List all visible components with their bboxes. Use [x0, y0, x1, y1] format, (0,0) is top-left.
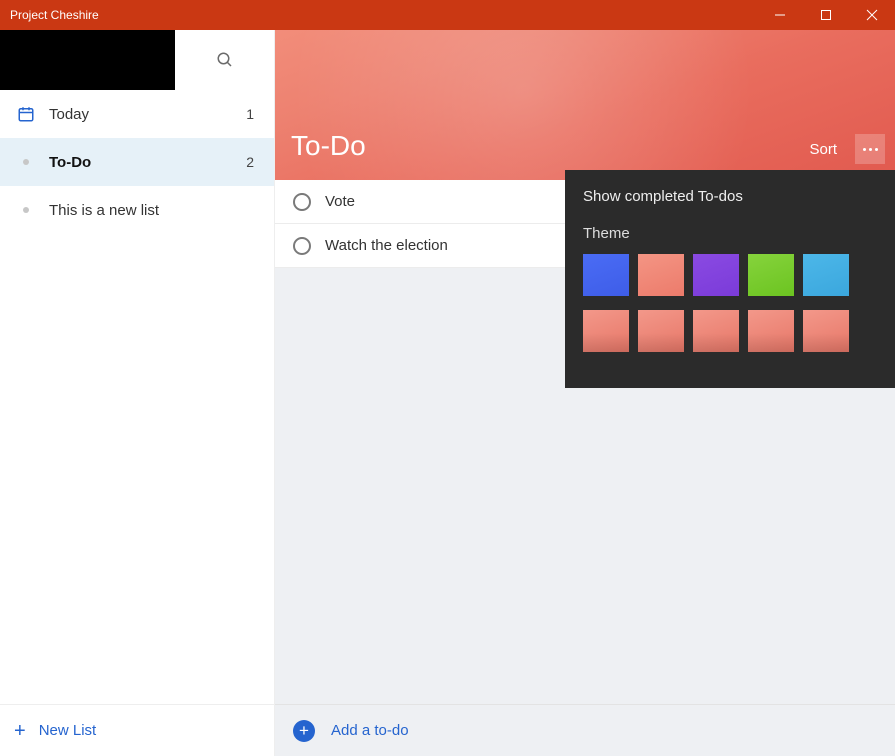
sidebar-item-label: Today: [49, 106, 246, 123]
list-title: To-Do: [291, 130, 366, 162]
add-todo-button[interactable]: + Add a to-do: [275, 704, 895, 756]
more-button[interactable]: [855, 134, 885, 164]
sidebar: Today 1 To-Do 2 This is a new list + New…: [0, 30, 275, 756]
sidebar-item-count: 2: [246, 154, 254, 170]
theme-swatch-bg4[interactable]: [748, 310, 794, 352]
sidebar-item-label: This is a new list: [49, 202, 254, 219]
content-area: To-Do Sort Vote Watch the election + Add…: [275, 30, 895, 756]
task-checkbox[interactable]: [293, 193, 311, 211]
add-icon: +: [293, 720, 315, 742]
add-todo-label: Add a to-do: [331, 722, 409, 739]
show-completed-option[interactable]: Show completed To-dos: [583, 188, 877, 205]
list-header: To-Do Sort: [275, 30, 895, 180]
minimize-button[interactable]: [757, 0, 803, 30]
search-icon: [216, 51, 234, 69]
maximize-button[interactable]: [803, 0, 849, 30]
sort-button[interactable]: Sort: [801, 137, 845, 162]
task-checkbox[interactable]: [293, 237, 311, 255]
sidebar-item-todo[interactable]: To-Do 2: [0, 138, 274, 186]
profile-area[interactable]: [0, 30, 175, 90]
theme-swatch-skyblue[interactable]: [803, 254, 849, 296]
sidebar-item-today[interactable]: Today 1: [0, 90, 274, 138]
window-title: Project Cheshire: [10, 8, 99, 22]
bullet-icon: [14, 159, 38, 165]
theme-swatch-bg1[interactable]: [583, 310, 629, 352]
theme-swatch-green[interactable]: [748, 254, 794, 296]
theme-label: Theme: [583, 225, 877, 242]
new-list-button[interactable]: + New List: [0, 704, 274, 756]
task-title: Watch the election: [325, 237, 448, 254]
search-button[interactable]: [175, 30, 274, 90]
close-button[interactable]: [849, 0, 895, 30]
theme-swatch-bg3[interactable]: [693, 310, 739, 352]
theme-swatch-coral[interactable]: [638, 254, 684, 296]
task-title: Vote: [325, 193, 355, 210]
plus-icon: +: [14, 721, 26, 741]
theme-swatch-purple[interactable]: [693, 254, 739, 296]
theme-swatch-bg5[interactable]: [803, 310, 849, 352]
options-menu: Show completed To-dos Theme: [565, 170, 895, 388]
sidebar-item-newlist[interactable]: This is a new list: [0, 186, 274, 234]
theme-swatch-blue[interactable]: [583, 254, 629, 296]
ellipsis-icon: [863, 148, 878, 151]
new-list-label: New List: [39, 722, 97, 739]
sidebar-item-count: 1: [246, 106, 254, 122]
sidebar-item-label: To-Do: [49, 154, 246, 171]
calendar-icon: [14, 105, 38, 123]
bullet-icon: [14, 207, 38, 213]
title-bar: Project Cheshire: [0, 0, 895, 30]
theme-swatch-bg2[interactable]: [638, 310, 684, 352]
